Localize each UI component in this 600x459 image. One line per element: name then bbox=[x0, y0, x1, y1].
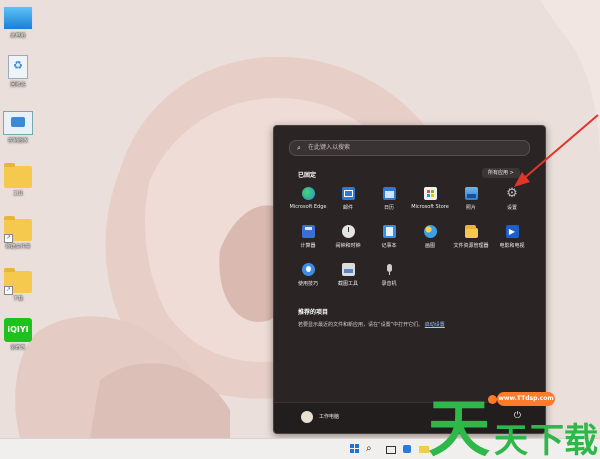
launch-settings-link[interactable]: 启动设置 bbox=[425, 322, 445, 328]
pinned-app-label: 日历 bbox=[383, 205, 394, 211]
folder-icon bbox=[4, 163, 32, 188]
movies-icon: ▶ bbox=[505, 225, 519, 238]
task-view-icon[interactable] bbox=[384, 443, 396, 455]
user-name[interactable]: 工作电脑 bbox=[319, 413, 339, 420]
pinned-app-mail[interactable]: 邮件 bbox=[328, 187, 368, 211]
start-search-box[interactable]: ⌕ 在此键入以搜索 bbox=[289, 140, 530, 156]
desktop-icon-recycle-bin[interactable]: ♻ 回收站 bbox=[1, 55, 35, 88]
widgets-icon[interactable] bbox=[401, 443, 413, 455]
desktop-icon-label: 回收站 bbox=[10, 82, 26, 88]
shortcut-arrow-icon: ↗ bbox=[4, 234, 13, 243]
snip-icon bbox=[341, 263, 355, 276]
calculator-icon bbox=[301, 225, 315, 238]
pinned-app-label: Microsoft Store bbox=[411, 204, 449, 210]
folder-shortcut-icon: ↗ bbox=[4, 216, 32, 243]
desktop-icon-control-panel[interactable]: 控制面板 bbox=[1, 111, 35, 144]
shortcut-arrow-icon: ↗ bbox=[4, 286, 13, 295]
pinned-app-tips[interactable]: 使用技巧 bbox=[288, 263, 328, 287]
pinned-app-movies-tv[interactable]: ▶ 电影和电视 bbox=[492, 225, 532, 249]
watermark-dot bbox=[488, 395, 497, 404]
edge-icon bbox=[301, 187, 315, 200]
desktop-icon-label: 爱奇艺 bbox=[10, 345, 26, 351]
svg-text:天: 天 bbox=[494, 421, 528, 458]
store-icon bbox=[423, 187, 437, 200]
notepad-icon bbox=[382, 225, 396, 238]
search-placeholder: 在此键入以搜索 bbox=[308, 144, 351, 151]
pinned-app-label: 使用技巧 bbox=[297, 281, 318, 287]
pinned-app-label: 文件资源管理器 bbox=[453, 243, 489, 249]
desktop-icon-iqiyi[interactable]: iQIYI 爱奇艺 bbox=[1, 318, 35, 351]
pinned-app-label: 电影和电视 bbox=[499, 243, 525, 249]
folder-shortcut-icon: ↗ bbox=[4, 268, 32, 295]
pinned-app-file-explorer[interactable]: 文件资源管理器 bbox=[451, 225, 491, 249]
mail-icon bbox=[341, 187, 355, 200]
photos-icon bbox=[464, 187, 478, 200]
pinned-app-label: 计算器 bbox=[300, 243, 316, 249]
desktop-icon-new-folder[interactable]: ↗ 新建文件夹 bbox=[1, 216, 35, 250]
pinned-app-label: 录音机 bbox=[381, 281, 397, 287]
desktop-icon-label: 下载 bbox=[12, 296, 23, 302]
recorder-icon bbox=[383, 263, 396, 276]
clock-icon bbox=[341, 225, 355, 238]
pinned-app-clock[interactable]: 闹钟和时钟 bbox=[328, 225, 368, 249]
windows-start-icon[interactable] bbox=[349, 443, 361, 455]
pinned-app-photos[interactable]: 照片 bbox=[451, 187, 491, 211]
desktop-icon-label: 工具 bbox=[12, 191, 23, 197]
desktop-icon-label: 控制面板 bbox=[7, 138, 28, 144]
pinned-section-title: 已固定 bbox=[298, 172, 317, 179]
watermark-url: www.TTdsp.com bbox=[497, 392, 555, 406]
pinned-app-label: 记事本 bbox=[381, 243, 397, 249]
iqiyi-icon: iQIYI bbox=[4, 318, 32, 342]
monitor-icon bbox=[3, 6, 33, 30]
paint-icon bbox=[423, 225, 437, 238]
control-panel-icon bbox=[3, 111, 33, 135]
svg-text:下: 下 bbox=[530, 421, 564, 458]
avatar[interactable] bbox=[301, 411, 313, 423]
search-icon: ⌕ bbox=[297, 144, 301, 152]
calendar-icon bbox=[382, 187, 396, 200]
tips-icon bbox=[301, 263, 315, 276]
pinned-app-calculator[interactable]: 计算器 bbox=[288, 225, 328, 249]
desktop-icon-label: 此电脑 bbox=[10, 33, 26, 39]
pinned-app-label: 闹钟和时钟 bbox=[335, 243, 361, 249]
recommended-section-title: 推荐的项目 bbox=[298, 309, 329, 316]
pinned-app-edge[interactable]: Microsoft Edge bbox=[288, 187, 328, 210]
desktop-icon-folder-tools[interactable]: 工具 bbox=[1, 163, 35, 197]
svg-text:天: 天 bbox=[428, 392, 490, 458]
desktop-icon-downloads[interactable]: ↗ 下载 bbox=[1, 268, 35, 302]
pinned-app-label: 画图 bbox=[424, 243, 435, 249]
pinned-app-store[interactable]: Microsoft Store bbox=[410, 187, 450, 210]
desktop-icon-label: 新建文件夹 bbox=[5, 244, 31, 250]
desktop-icon-this-pc[interactable]: 此电脑 bbox=[1, 6, 35, 39]
pinned-app-label: 截图工具 bbox=[337, 281, 358, 287]
search-icon[interactable]: ⌕ bbox=[366, 443, 378, 455]
pinned-app-notepad[interactable]: 记事本 bbox=[369, 225, 409, 249]
pinned-app-paint[interactable]: 画图 bbox=[410, 225, 450, 249]
pinned-app-label: Microsoft Edge bbox=[289, 204, 327, 210]
recycle-bin-icon: ♻ bbox=[8, 55, 28, 79]
pinned-app-label: 邮件 bbox=[342, 205, 353, 211]
recommended-text: 若要显示最近的文件和新应用，请在“设置”中打开它们。 bbox=[298, 322, 424, 328]
annotation-arrow bbox=[514, 114, 599, 187]
folder-icon bbox=[464, 225, 478, 238]
pinned-app-voice-recorder[interactable]: 录音机 bbox=[369, 263, 409, 287]
pinned-app-snipping-tool[interactable]: 截图工具 bbox=[328, 263, 368, 287]
svg-text:载: 载 bbox=[564, 421, 598, 458]
pinned-app-calendar[interactable]: 日历 bbox=[369, 187, 409, 211]
pinned-app-label: 照片 bbox=[465, 205, 476, 211]
recommended-message: 若要显示最近的文件和新应用，请在“设置”中打开它们。 启动设置 bbox=[298, 321, 445, 328]
